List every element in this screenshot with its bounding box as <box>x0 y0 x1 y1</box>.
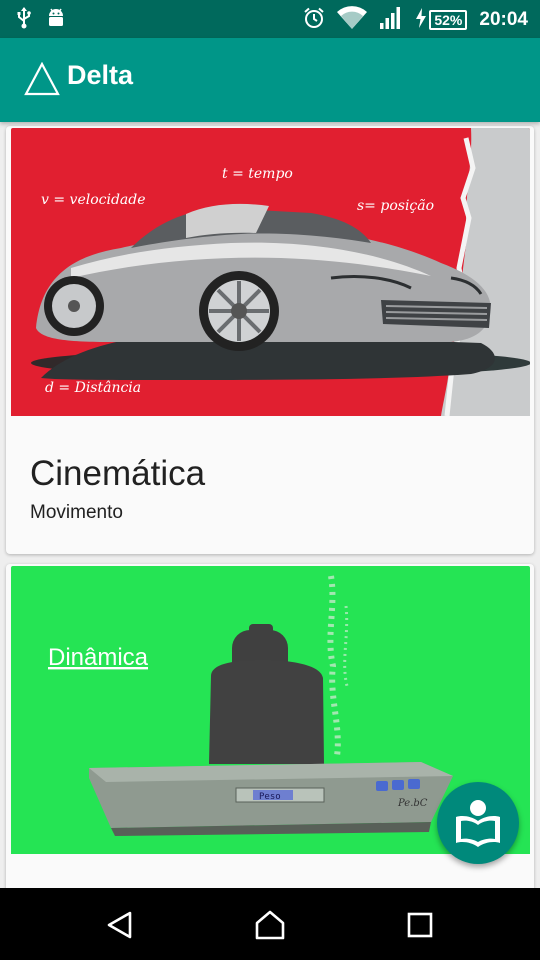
time-label: t = tempo <box>222 166 293 182</box>
android-icon <box>46 7 66 33</box>
dinamica-heading: Dinâmica <box>48 644 149 671</box>
topic-list[interactable]: t = tempo v = velocidade s= posição d = … <box>0 122 540 888</box>
app-bar: Delta <box>0 38 540 122</box>
topic-card-cinematica[interactable]: t = tempo v = velocidade s= posição d = … <box>6 126 534 554</box>
recents-icon[interactable] <box>407 912 433 942</box>
triangle-logo-icon <box>24 61 60 100</box>
status-bar: 52% 20:04 <box>0 0 540 38</box>
alarm-icon <box>303 7 325 33</box>
wifi-icon <box>337 6 368 34</box>
position-label: s= posição <box>357 198 434 214</box>
open-book-reader-icon <box>450 795 506 855</box>
signal-icon <box>379 6 403 34</box>
card-title: Cinemática <box>30 454 206 493</box>
battery-indicator: 52% <box>429 10 468 30</box>
read-fab-button[interactable] <box>437 782 519 864</box>
home-icon[interactable] <box>254 909 286 945</box>
back-icon[interactable] <box>105 910 135 944</box>
usb-icon <box>16 7 32 33</box>
card-subtitle: Movimento <box>30 502 123 523</box>
app-title: Delta <box>67 60 134 90</box>
velocity-label: v = velocidade <box>41 192 146 208</box>
navigation-bar <box>0 888 540 960</box>
scale-label: Pe.bC <box>397 798 428 809</box>
clock: 20:04 <box>479 9 528 30</box>
cinematica-illustration: t = tempo v = velocidade s= posição d = … <box>11 128 530 416</box>
charging-icon <box>415 8 427 32</box>
scale-display: Peso <box>259 792 281 802</box>
distance-label: d = Distância <box>45 380 141 396</box>
